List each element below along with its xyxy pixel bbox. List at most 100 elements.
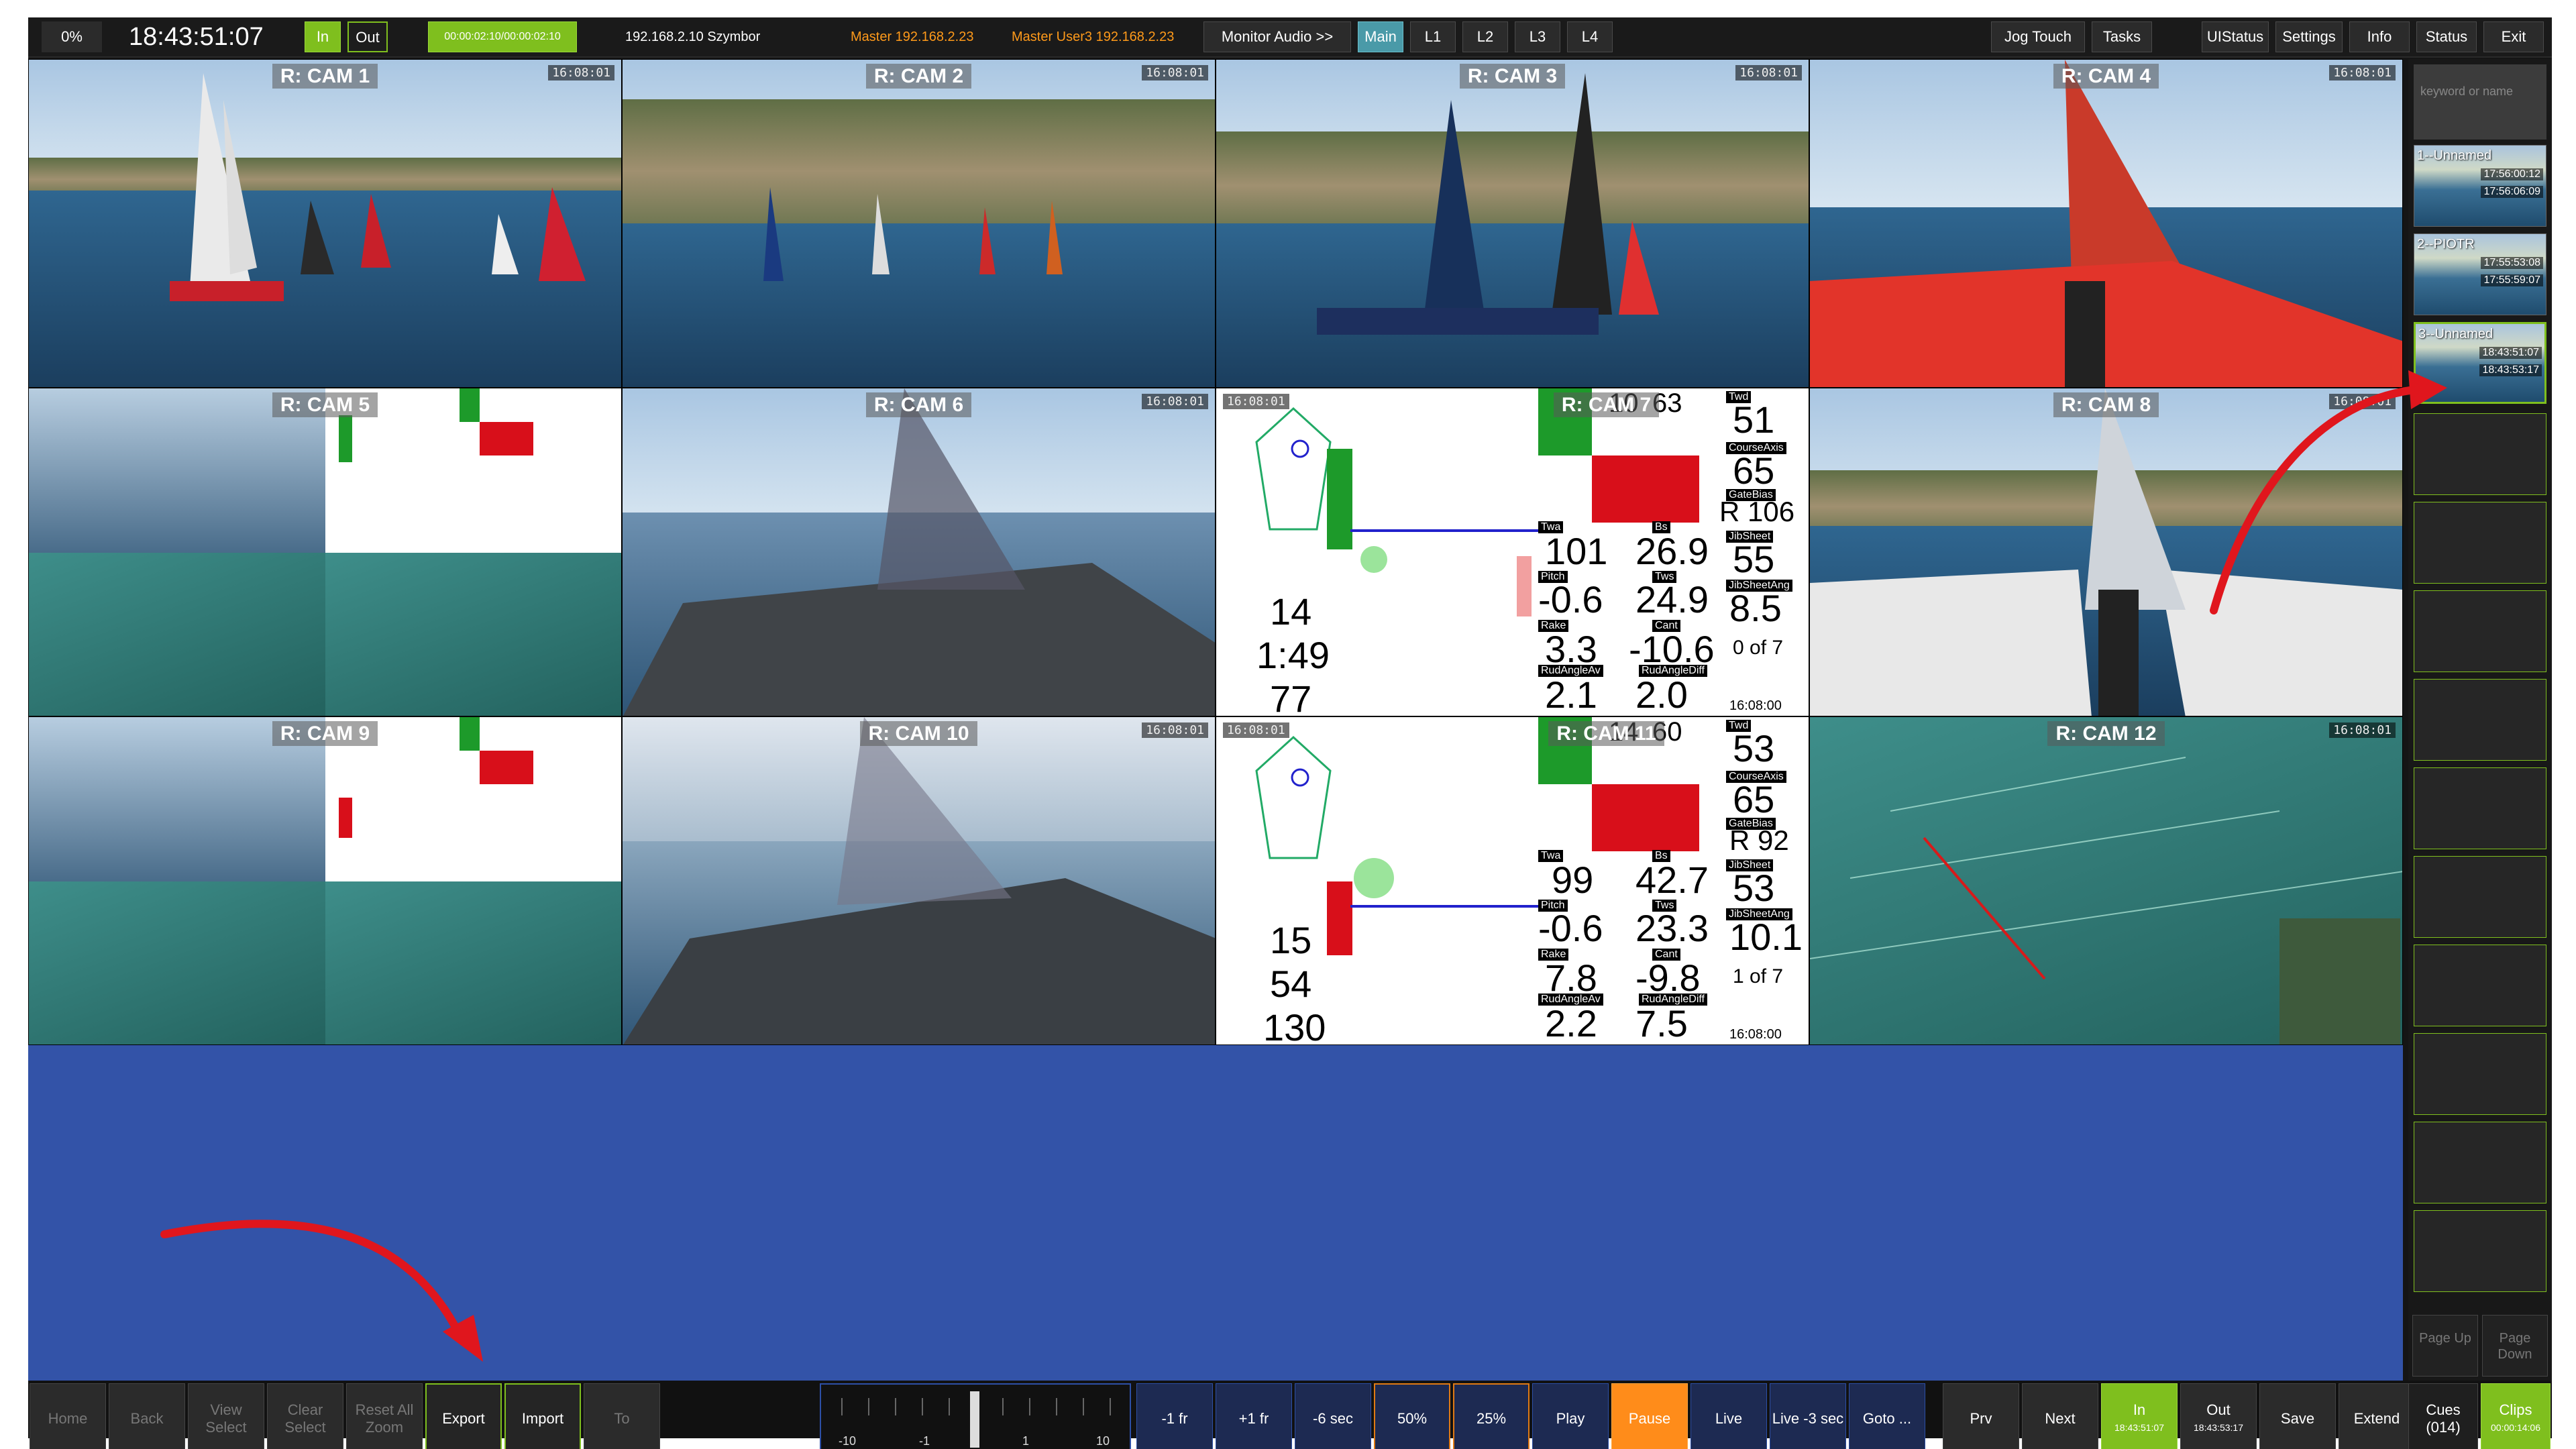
cam-label: R: CAM 10 <box>860 721 977 746</box>
tele-value: 101 <box>1545 530 1608 572</box>
goto-button[interactable]: Goto ... <box>1849 1383 1925 1449</box>
page-down-button[interactable]: Page Down <box>2482 1315 2548 1377</box>
clip-slot-empty[interactable] <box>2414 1122 2546 1203</box>
cam-tile-5[interactable]: R: CAM 5 <box>28 388 622 716</box>
info-button[interactable]: Info <box>2349 21 2410 52</box>
tele-value: 2.1 <box>1545 674 1597 716</box>
cam-label: R: CAM 2 <box>865 64 972 89</box>
cam-tile-12[interactable]: R: CAM 12 16:08:01 <box>1809 716 2403 1045</box>
view-l4-button[interactable]: L4 <box>1567 21 1613 52</box>
cam-tile-7[interactable]: 14 1:49 77 10 63 Twd 51 CourseAxis 65 Ga… <box>1216 388 1809 716</box>
back-button[interactable]: Back <box>109 1383 185 1449</box>
settings-button[interactable]: Settings <box>2275 21 2343 52</box>
tele-value: 130 <box>1263 1006 1326 1045</box>
clip-item-2[interactable]: 2--PIOTR 17:55:53:08 17:55:59:07 <box>2414 233 2546 315</box>
top-bar: 0% 18:43:51:07 In Out 00:00:02:10/00:00:… <box>28 17 2552 58</box>
jog-handle[interactable] <box>970 1391 979 1448</box>
pause-button[interactable]: Pause <box>1611 1383 1688 1449</box>
tele-time: 16:08:00 <box>1729 698 1782 713</box>
clip-in-time: 17:55:53:08 <box>2481 257 2543 269</box>
mark-in-label: In <box>2133 1401 2146 1418</box>
export-button[interactable]: Export <box>425 1383 502 1449</box>
page-up-button[interactable]: Page Up <box>2412 1315 2478 1377</box>
out-indicator[interactable]: Out <box>347 21 388 52</box>
monitor-audio-button[interactable]: Monitor Audio >> <box>1203 21 1351 52</box>
minus-6-sec-button[interactable]: -6 sec <box>1295 1383 1371 1449</box>
plus-1-frame-button[interactable]: +1 fr <box>1216 1383 1292 1449</box>
tasks-button[interactable]: Tasks <box>2092 21 2152 52</box>
clips-label: Clips <box>2499 1401 2532 1418</box>
home-button[interactable]: Home <box>30 1383 106 1449</box>
clip-search-input[interactable]: keyword or name <box>2414 64 2546 140</box>
clips-button[interactable]: Clips 00:00:14:06 <box>2481 1383 2551 1449</box>
clip-slot-empty[interactable] <box>2414 1210 2546 1292</box>
cam-tile-1[interactable]: R: CAM 1 16:08:01 <box>28 59 622 388</box>
extend-button[interactable]: Extend <box>2339 1383 2415 1449</box>
clip-slot-empty[interactable] <box>2414 767 2546 849</box>
to-button[interactable]: To <box>584 1383 660 1449</box>
view-main-button[interactable]: Main <box>1358 21 1403 52</box>
cam-tile-6[interactable]: R: CAM 6 16:08:01 <box>622 388 1216 716</box>
speed-50-button[interactable]: 50% <box>1374 1383 1450 1449</box>
clip-slot-empty[interactable] <box>2414 502 2546 584</box>
tele-rank: 0 of 7 <box>1733 637 1784 659</box>
tele-value: 8.5 <box>1729 587 1782 629</box>
view-l3-button[interactable]: L3 <box>1515 21 1560 52</box>
minus-1-frame-button[interactable]: -1 fr <box>1136 1383 1213 1449</box>
clip-slot-empty[interactable] <box>2414 590 2546 672</box>
cam-tile-9[interactable]: R: CAM 9 <box>28 716 622 1045</box>
clip-in-time: 18:43:51:07 <box>2479 347 2542 359</box>
tele-value: 14 <box>1270 590 1312 633</box>
live-minus-3-sec-button[interactable]: Live -3 sec <box>1770 1383 1846 1449</box>
clip-slot-empty[interactable] <box>2414 679 2546 761</box>
cam-tile-4[interactable]: R: CAM 4 16:08:01 <box>1809 59 2403 388</box>
next-button[interactable]: Next <box>2022 1383 2098 1449</box>
cues-label: Cues <box>2426 1401 2461 1418</box>
replay-app: 0% 18:43:51:07 In Out 00:00:02:10/00:00:… <box>28 17 2552 1449</box>
mark-out-button[interactable]: Out 18:43:53:17 <box>2180 1383 2257 1449</box>
import-button[interactable]: Import <box>504 1383 581 1449</box>
previous-button[interactable]: Prv <box>1943 1383 2019 1449</box>
clip-slot-empty[interactable] <box>2414 856 2546 938</box>
uistatus-button[interactable]: UIStatus <box>2202 21 2269 52</box>
cam-tile-2[interactable]: R: CAM 2 16:08:01 <box>622 59 1216 388</box>
cam-tile-11[interactable]: 15 54 130 14 60 Twd 53 CourseAxis 65 Gat… <box>1216 716 1809 1045</box>
reset-all-zoom-button[interactable]: Reset All Zoom <box>346 1383 423 1449</box>
tele-value: 42.7 <box>1635 859 1709 901</box>
play-button[interactable]: Play <box>1532 1383 1609 1449</box>
cues-button[interactable]: Cues (014) <box>2408 1383 2478 1449</box>
jog-slider[interactable]: -10 -1 1 10 <box>820 1383 1131 1449</box>
status-button[interactable]: Status <box>2416 21 2477 52</box>
speed-25-button[interactable]: 25% <box>1453 1383 1529 1449</box>
clips-panel: keyword or name 1--Unnamed 17:56:00:12 1… <box>2408 59 2552 1381</box>
clip-slot-empty[interactable] <box>2414 413 2546 495</box>
clear-select-button[interactable]: Clear Select <box>267 1383 343 1449</box>
cam-label: R: CAM 8 <box>2053 392 2159 417</box>
exit-button[interactable]: Exit <box>2483 21 2544 52</box>
cam-tile-10[interactable]: R: CAM 10 16:08:01 <box>622 716 1216 1045</box>
clip-slot-empty[interactable] <box>2414 945 2546 1026</box>
clip-item-1[interactable]: 1--Unnamed 17:56:00:12 17:56:06:09 <box>2414 145 2546 227</box>
cam-tile-8[interactable]: R: CAM 8 16:08:01 <box>1809 388 2403 716</box>
mark-in-button[interactable]: In 18:43:51:07 <box>2101 1383 2178 1449</box>
clip-item-3[interactable]: 3--Unnamed 18:43:51:07 18:43:53:17 <box>2414 322 2546 404</box>
view-select-button[interactable]: View Select <box>188 1383 264 1449</box>
live-button[interactable]: Live <box>1690 1383 1767 1449</box>
quad-view-track-2 <box>325 553 621 716</box>
tele-value: 53 <box>1733 867 1775 909</box>
clip-slot-empty[interactable] <box>2414 1033 2546 1115</box>
view-l1-button[interactable]: L1 <box>1410 21 1456 52</box>
view-l2-button[interactable]: L2 <box>1462 21 1508 52</box>
tele-value: 26.9 <box>1635 530 1709 572</box>
timeline-area[interactable] <box>28 1045 2403 1381</box>
cam-tile-3[interactable]: R: CAM 3 16:08:01 <box>1216 59 1809 388</box>
tele-time: 16:08:00 <box>1729 1027 1782 1042</box>
bottom-control-bar: Home Back View Select Clear Select Reset… <box>28 1381 2552 1449</box>
save-button[interactable]: Save <box>2259 1383 2336 1449</box>
cam-timecode: 16:08:01 <box>2329 65 2396 80</box>
jog-touch-button[interactable]: Jog Touch <box>1991 21 2085 52</box>
in-indicator[interactable]: In <box>305 21 341 52</box>
telemetry-panel: 15 54 130 14 60 Twd 53 CourseAxis 65 Gat… <box>1216 717 1809 1045</box>
duration-readout: 00:00:02:10/00:00:02:10 <box>428 21 577 52</box>
cam-timecode: 16:08:01 <box>1223 394 1289 409</box>
